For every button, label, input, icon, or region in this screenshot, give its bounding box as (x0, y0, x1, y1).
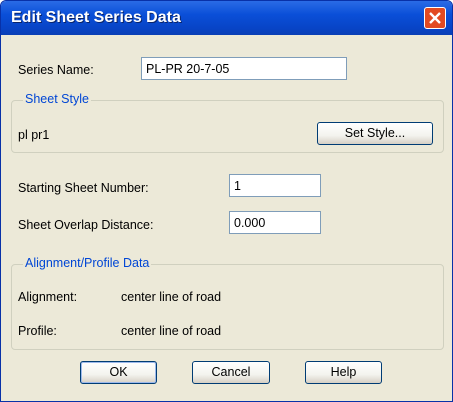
alignment-profile-group-title: Alignment/Profile Data (23, 256, 152, 270)
edit-sheet-series-dialog: Edit Sheet Series Data Series Name: Shee… (0, 0, 453, 402)
alignment-label: Alignment: (18, 290, 78, 304)
help-button[interactable]: Help (305, 361, 382, 384)
series-name-input[interactable] (141, 57, 347, 80)
profile-value: center line of road (121, 324, 222, 338)
close-button[interactable] (424, 7, 446, 29)
starting-sheet-number-input[interactable] (229, 174, 321, 197)
series-name-label: Series Name: (18, 63, 94, 77)
sheet-style-name: pl pr1 (18, 128, 50, 142)
set-style-button[interactable]: Set Style... (317, 122, 433, 145)
dialog-title: Edit Sheet Series Data (11, 9, 181, 26)
cancel-button[interactable]: Cancel (192, 361, 270, 384)
profile-label: Profile: (18, 324, 57, 338)
alignment-profile-group (11, 264, 444, 350)
alignment-value: center line of road (121, 290, 222, 304)
starting-sheet-number-label: Starting Sheet Number: (18, 181, 149, 195)
sheet-style-group-title: Sheet Style (23, 92, 91, 106)
sheet-overlap-distance-label: Sheet Overlap Distance: (18, 218, 154, 232)
close-icon (429, 12, 441, 24)
sheet-overlap-distance-input[interactable] (229, 211, 321, 234)
ok-button[interactable]: OK (80, 361, 157, 384)
title-bar[interactable]: Edit Sheet Series Data (1, 1, 452, 35)
